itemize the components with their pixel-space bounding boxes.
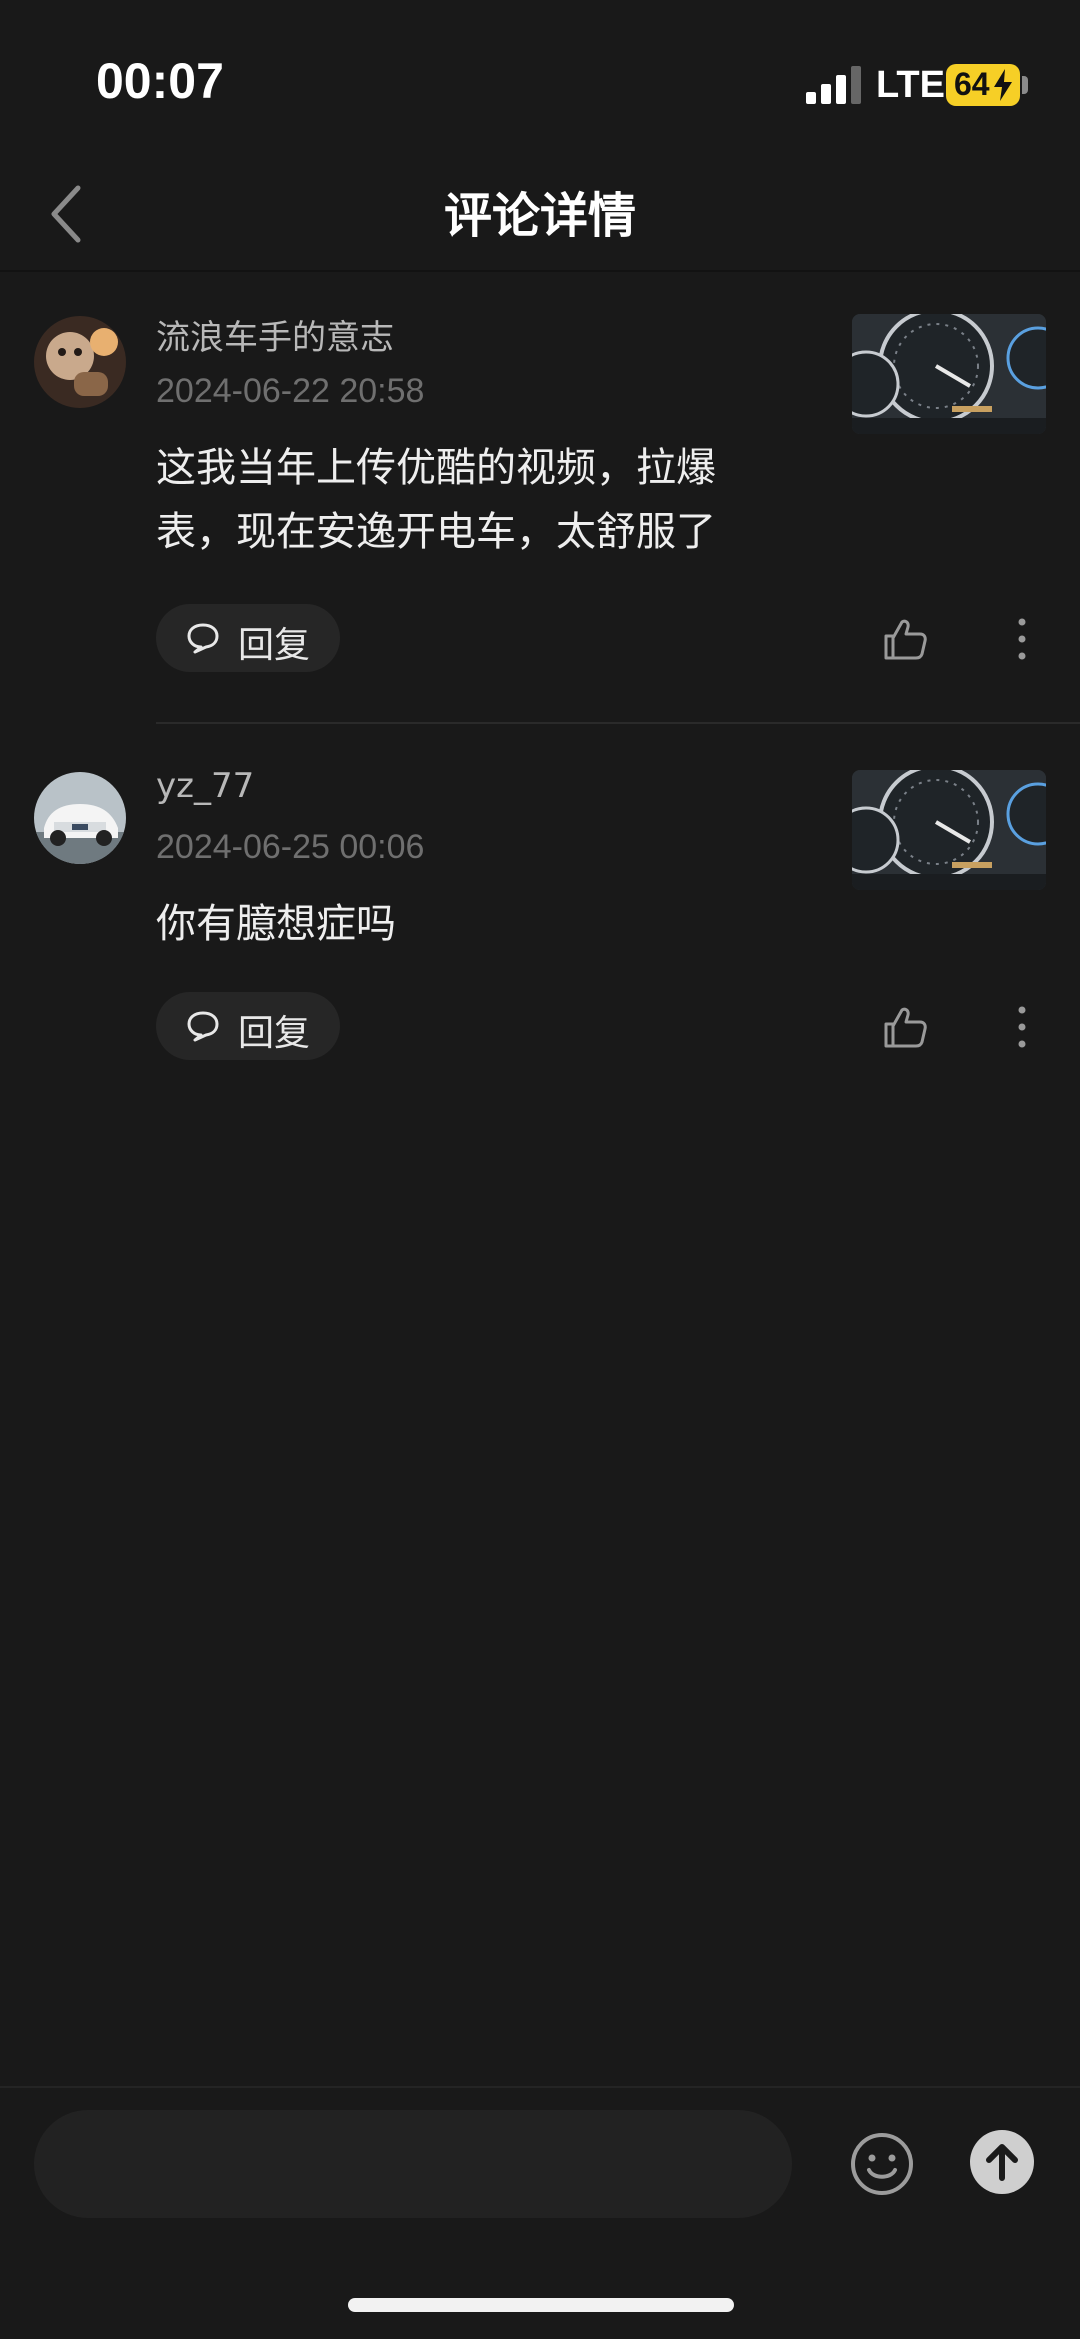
status-time: 00:07: [96, 53, 224, 109]
thumbs-up-icon[interactable]: [880, 614, 930, 664]
send-button[interactable]: [970, 2130, 1034, 2194]
page-title: 评论详情: [443, 188, 636, 244]
comment-bubble-icon: [187, 623, 219, 654]
signal-strength-icon: [806, 66, 861, 104]
reply-button[interactable]: 回复: [156, 992, 340, 1060]
comment-text: 这我当年上传优酷的视频，拉爆 表，现在安逸开电车，太舒服了: [156, 436, 796, 564]
status-bar: 00:07 LTE 64: [0, 0, 1080, 160]
comment-image[interactable]: [852, 314, 1046, 434]
comment-image[interactable]: [852, 770, 1046, 890]
reply-label: 回复: [238, 625, 311, 666]
comment-input[interactable]: [34, 2110, 792, 2218]
send-arrow-up-icon: [986, 2144, 1018, 2181]
comment-username[interactable]: yz_77: [156, 766, 254, 806]
home-indicator[interactable]: [348, 2298, 734, 2312]
comment-divider: [156, 722, 1080, 724]
nav-bar: 评论详情: [0, 160, 1080, 270]
comment-text-line: 表，现在安逸开电车，太舒服了: [156, 509, 716, 555]
battery-nub: [1022, 76, 1028, 94]
network-type: LTE: [876, 64, 945, 106]
emoji-icon[interactable]: [848, 2130, 916, 2198]
input-bar-divider: [0, 2086, 1080, 2088]
comment-text-line: 你有臆想症吗: [156, 901, 396, 947]
more-vertical-icon[interactable]: [1006, 1002, 1038, 1052]
comment-text: 你有臆想症吗: [156, 892, 796, 956]
charging-bolt-icon: [994, 69, 1012, 101]
more-vertical-icon[interactable]: [1006, 614, 1038, 664]
reply-button[interactable]: 回复: [156, 604, 340, 672]
reply-label: 回复: [238, 1013, 311, 1054]
battery-level: 64: [954, 66, 990, 102]
comment-bubble-icon: [187, 1011, 219, 1042]
header-divider: [0, 270, 1080, 272]
battery-indicator: 64: [946, 64, 1020, 106]
avatar[interactable]: [34, 316, 126, 408]
comment-username[interactable]: 流浪车手的意志: [156, 310, 394, 359]
thumbs-up-icon[interactable]: [880, 1002, 930, 1052]
comment-timestamp: 2024-06-22 20:58: [156, 372, 425, 410]
comment-text-line: 这我当年上传优酷的视频，拉爆: [156, 445, 716, 491]
comment-timestamp: 2024-06-25 00:06: [156, 828, 425, 866]
avatar[interactable]: [34, 772, 126, 864]
